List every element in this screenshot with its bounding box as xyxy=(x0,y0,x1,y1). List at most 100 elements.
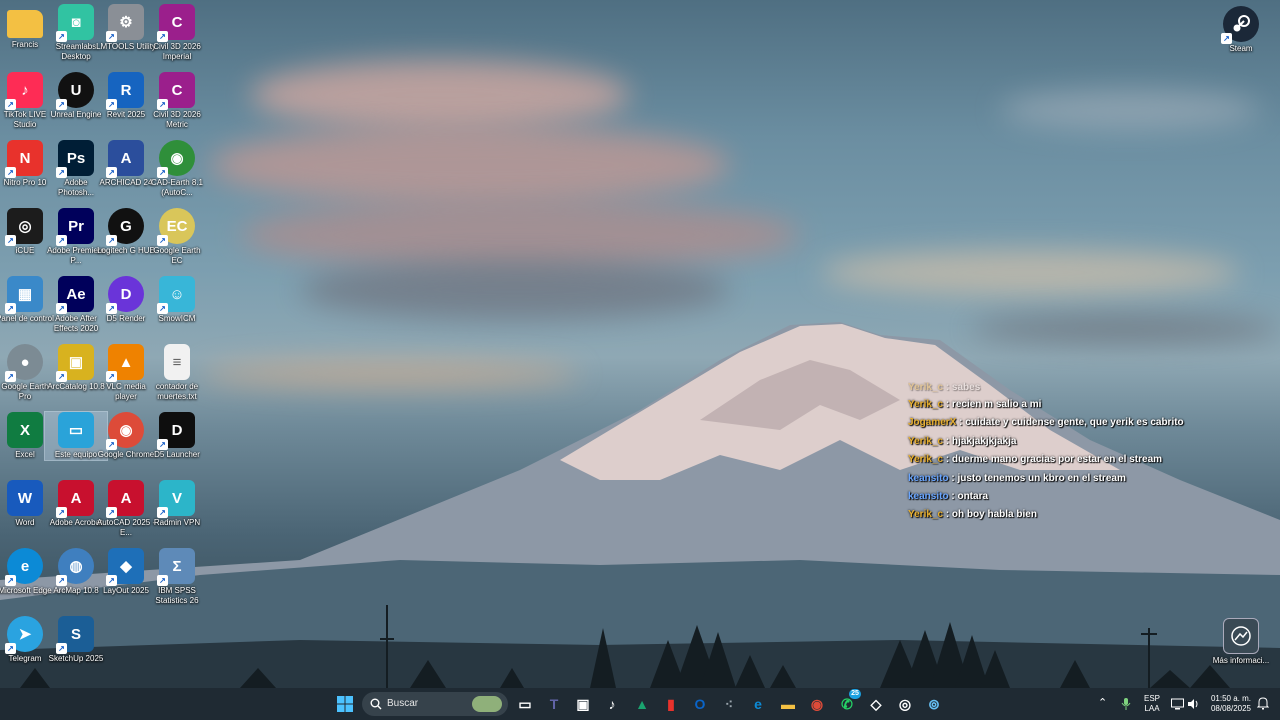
desktop-icon-sketchup[interactable]: S ↗ SketchUp 2025 xyxy=(45,616,107,664)
desktop-icon-d5-launcher[interactable]: D ↗ D5 Launcher xyxy=(146,412,208,460)
nitro-icon: N ↗ xyxy=(5,140,43,178)
chrome-taskbar-icon[interactable]: ◉ xyxy=(805,692,829,716)
whatsapp-icon[interactable]: ✆ 25 xyxy=(835,689,861,716)
tiktok-icon[interactable]: ♪ xyxy=(600,692,624,716)
search-icon xyxy=(370,698,382,710)
desktop-icon-label: Radmin VPN xyxy=(153,518,201,527)
chat-text: : duerme mano gracias por estar en el st… xyxy=(945,454,1163,466)
desktop-icon-steam[interactable]: ↗ Steam xyxy=(1210,6,1272,54)
shortcut-arrow-icon: ↗ xyxy=(56,31,67,42)
folder-icon xyxy=(7,10,43,38)
edge-taskbar-icon[interactable]: e xyxy=(746,692,770,716)
chat-username: Yerik_c xyxy=(908,382,944,393)
google-earth-pro-icon: ● ↗ xyxy=(5,344,43,382)
app-dots-icon[interactable]: ⁖ xyxy=(717,692,741,716)
chat-text: : ontara xyxy=(951,491,989,503)
outlook-icon[interactable]: O xyxy=(688,692,712,716)
keyboard-language-indicator[interactable]: ESP LAA xyxy=(1140,694,1164,714)
after-effects-icon: Ae ↗ xyxy=(56,276,94,314)
notification-bell-icon[interactable] xyxy=(1257,697,1269,710)
clock-time: 01:50 a. m. xyxy=(1210,694,1252,703)
more-info-icon xyxy=(1223,618,1259,654)
desktop-icon-google-earth-ec[interactable]: EC ↗ Google Earth EC xyxy=(146,208,208,266)
chat-username: JogamerX xyxy=(908,417,957,429)
steam-taskbar-icon[interactable]: ⊚ xyxy=(922,692,946,716)
shortcut-arrow-icon: ↗ xyxy=(56,99,67,110)
desktop-icon-label: SketchUp 2025 xyxy=(48,654,104,663)
file-explorer-icon[interactable]: ▬ xyxy=(776,692,800,716)
search-highlight-icon xyxy=(472,696,502,712)
chat-text: : recien m salio a mi xyxy=(945,399,1042,410)
streamlabs-icon: ◙ ↗ xyxy=(56,4,94,42)
nitro-taskbar-icon[interactable]: ▮ xyxy=(659,692,683,716)
shortcut-arrow-icon: ↗ xyxy=(106,31,117,42)
task-view-icon[interactable]: ▭ xyxy=(513,692,537,716)
desktop-icon-radmin-vpn[interactable]: V ↗ Radmin VPN xyxy=(146,480,208,528)
steam-icon: ↗ xyxy=(1221,6,1259,44)
taskbar-search-box[interactable]: Buscar xyxy=(362,692,508,716)
store-icon[interactable]: ▣ xyxy=(571,692,595,716)
network-icon[interactable] xyxy=(1171,698,1184,710)
civil3d-icon: C ↗ xyxy=(157,4,195,42)
chat-message: Yerik_c : sabes xyxy=(908,382,1208,396)
microphone-icon[interactable] xyxy=(1121,698,1131,710)
shortcut-arrow-icon: ↗ xyxy=(157,99,168,110)
shortcut-arrow-icon: ↗ xyxy=(5,643,16,654)
this-pc-icon: ▭ xyxy=(58,412,94,448)
shortcut-arrow-icon: ↗ xyxy=(5,371,16,382)
chat-username: Yerik_c xyxy=(908,399,944,410)
shortcut-arrow-icon: ↗ xyxy=(5,99,16,110)
shortcut-arrow-icon: ↗ xyxy=(106,235,117,246)
shortcut-arrow-icon: ↗ xyxy=(106,99,117,110)
d5-launcher-icon: D ↗ xyxy=(157,412,195,450)
windows-logo-icon xyxy=(337,696,353,712)
excel-icon: X xyxy=(7,412,43,448)
obs-icon[interactable]: ◎ xyxy=(893,692,917,716)
shortcut-arrow-icon: ↗ xyxy=(157,235,168,246)
shortcut-arrow-icon: ↗ xyxy=(5,575,16,586)
desktop-icon-label: Civil 3D 2026 Metric xyxy=(153,110,201,129)
desktop-icon-more-info[interactable]: Más informaci... xyxy=(1210,618,1272,666)
desktop-icon-civil3d[interactable]: C ↗ Civil 3D 2026 Imperial xyxy=(146,4,208,62)
shortcut-arrow-icon: ↗ xyxy=(106,371,117,382)
google-earth-ec-icon: EC ↗ xyxy=(157,208,195,246)
arccatalog-icon: ▣ ↗ xyxy=(56,344,94,382)
sketchup-icon: S ↗ xyxy=(56,616,94,654)
chat-message: Yerik_c : hjakjakjkjakja xyxy=(908,433,1208,451)
desktop-icon-civil3d-metric[interactable]: C ↗ Civil 3D 2026 Metric xyxy=(146,72,208,130)
volume-icon[interactable] xyxy=(1187,698,1200,710)
chat-text: : oh boy habla bien xyxy=(945,509,1037,521)
chat-message: keansito : ontara xyxy=(908,488,1208,506)
desktop-icon-label: CAD-Earth 8.1 (AutoC... xyxy=(150,178,204,197)
clock[interactable]: 01:50 a. m. 08/08/2025 xyxy=(1206,694,1256,714)
shortcut-arrow-icon: ↗ xyxy=(157,31,168,42)
shortcut-arrow-icon: ↗ xyxy=(157,167,168,178)
word-icon: W xyxy=(7,480,43,516)
control-panel-icon: ▦ ↗ xyxy=(5,276,43,314)
start-button[interactable] xyxy=(333,692,357,716)
acrobat-icon: A ↗ xyxy=(56,480,94,518)
keyboard-layout: LAA xyxy=(1144,704,1160,713)
unity-icon[interactable]: ◇ xyxy=(864,692,888,716)
shortcut-arrow-icon: ↗ xyxy=(5,167,16,178)
radmin-vpn-icon: V ↗ xyxy=(157,480,195,518)
d5-render-icon: D ↗ xyxy=(106,276,144,314)
teams-icon[interactable]: T xyxy=(542,692,566,716)
shortcut-arrow-icon: ↗ xyxy=(56,235,67,246)
app-green-icon[interactable]: ▲ xyxy=(630,692,654,716)
tray-overflow-chevron-icon[interactable]: ⌃ xyxy=(1098,698,1107,709)
desktop-icon-text-file[interactable]: ≡ contador de muertes.txt xyxy=(146,344,208,402)
shortcut-arrow-icon: ↗ xyxy=(157,439,168,450)
chat-text: : hjakjakjkjakja xyxy=(945,435,1017,447)
desktop-icon-label: Civil 3D 2026 Imperial xyxy=(153,42,201,61)
taskbar: Buscar ▭ T ▣ ♪ ▲ ▮ O ⁖ e ▬ ◉ ✆ 25 ◇ ◎ ⊚ ⌃ ESP LAA 01:50… xyxy=(0,688,1280,720)
desktop-icon-spss[interactable]: Σ ↗ IBM SPSS Statistics 26 xyxy=(146,548,208,606)
desktop-icon-cad-earth[interactable]: ◉ ↗ CAD-Earth 8.1 (AutoC... xyxy=(146,140,208,198)
cad-earth-icon: ◉ ↗ xyxy=(157,140,195,178)
desktop-icon-smowicm[interactable]: ☺ ↗ SmowICM xyxy=(146,276,208,324)
shortcut-arrow-icon: ↗ xyxy=(157,303,168,314)
archicad-icon: A ↗ xyxy=(106,140,144,178)
stream-chat-overlay: Yerik_c : sabes Yerik_c : recien m salio … xyxy=(908,382,1208,525)
telegram-icon: ➤ ↗ xyxy=(5,616,43,654)
shortcut-arrow-icon: ↗ xyxy=(157,575,168,586)
